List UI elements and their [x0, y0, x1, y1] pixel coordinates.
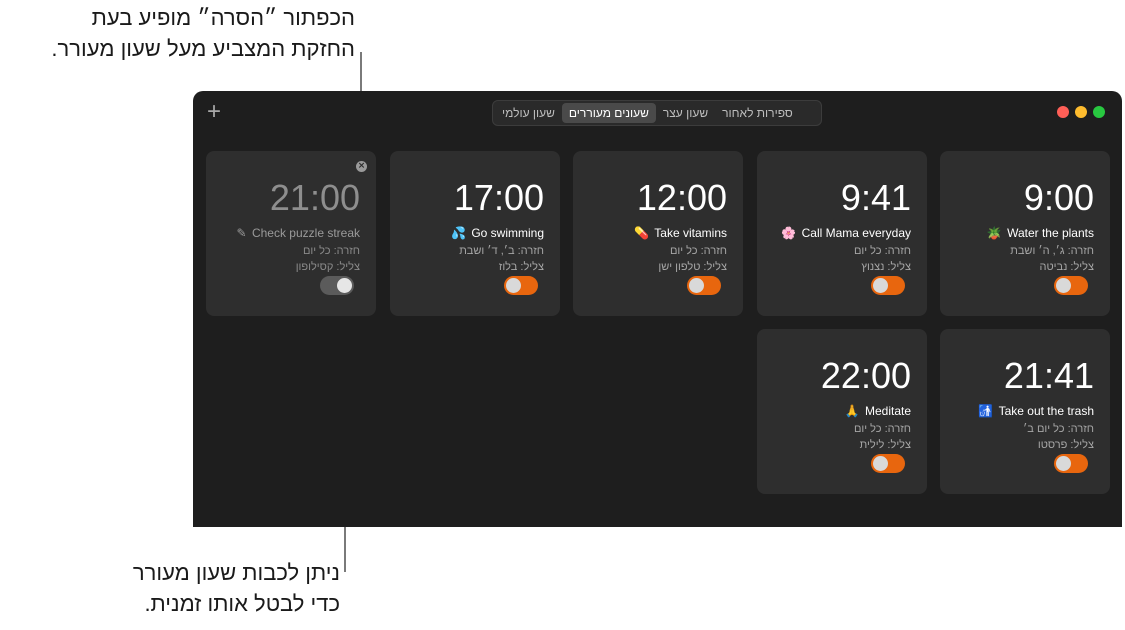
alarm-toggle[interactable] [871, 276, 905, 295]
plant-icon: 🪴 [986, 226, 1002, 240]
alarm-label: Go swimming [471, 226, 544, 240]
alarm-card[interactable]: 9:41 Call Mama everyday 🌸 חזרה: כל יום צ… [757, 151, 927, 316]
callout-remove-line1: הכפתור ״הסרה״ מופיע בעת [91, 5, 355, 30]
pill-icon: 💊 [634, 226, 649, 240]
alarm-card[interactable]: 9:00 Water the plants 🪴 חזרה: ג׳, ה׳ ושב… [940, 151, 1110, 316]
alarm-repeat: חזרה: כל יום [669, 245, 727, 257]
alarm-time: 17:00 [453, 177, 544, 218]
callout-toggle-line2: כדי לבטל אותו זמנית. [144, 591, 340, 616]
tab-bar: שעון עולמי שעונים מעוררים שעון עצר ספירו… [492, 100, 822, 126]
alarm-toggle[interactable] [687, 276, 721, 295]
alarm-card[interactable]: 22:00 Meditate 🙏 חזרה: כל יום צליל: לילי… [757, 329, 927, 494]
alarm-time: 21:00 [269, 177, 360, 218]
alarm-sound: צליל: קסילופון [295, 261, 360, 273]
toggle-knob [873, 278, 888, 293]
alarm-repeat: חזרה: כל יום [853, 423, 911, 435]
alarm-card[interactable]: 12:00 Take vitamins 💊 חזרה: כל יום צליל:… [573, 151, 743, 316]
alarm-label: Take vitamins [654, 226, 727, 240]
alarm-repeat: חזרה: ג׳, ה׳ ושבת [1010, 245, 1094, 257]
toggle-knob [1056, 278, 1071, 293]
alarm-toggle[interactable] [504, 276, 538, 295]
alarm-card[interactable]: 17:00 Go swimming 💦 חזרה: ב׳, ד׳ ושבת צל… [390, 151, 560, 316]
toggle-knob [337, 278, 352, 293]
alarm-toggle[interactable] [320, 276, 354, 295]
alarm-repeat: חזרה: כל יום ב׳ [1023, 423, 1094, 435]
alarm-time: 9:00 [1023, 177, 1094, 218]
praying-hands-icon: 🙏 [844, 404, 860, 418]
toggle-knob [506, 278, 521, 293]
add-alarm-button[interactable]: + [207, 98, 221, 126]
alarm-sound: צליל: לילית [859, 439, 911, 451]
alarm-sound: צליל: טלפון ישן [658, 261, 727, 273]
alarm-toggle[interactable] [871, 454, 905, 473]
alarm-time: 22:00 [820, 355, 911, 396]
alarm-toggle[interactable] [1054, 454, 1088, 473]
alarm-sound: צליל: פרסטו [1037, 439, 1094, 451]
alarm-label: Take out the trash [998, 404, 1094, 418]
callout-remove-line2: החזקת המצביע מעל שעון מעורר. [51, 36, 355, 61]
alarm-sound: צליל: נצנוץ [861, 261, 911, 273]
alarm-sound: צליל: נביטה [1039, 261, 1095, 273]
toggle-knob [873, 456, 888, 471]
alarm-toggle[interactable] [1054, 276, 1088, 295]
tab-world-clock[interactable]: שעון עולמי [495, 103, 562, 123]
alarm-card[interactable]: 21:41 Take out the trash 🚮 חזרה: כל יום … [940, 329, 1110, 494]
alarm-repeat: חזרה: ב׳, ד׳ ושבת [459, 245, 544, 257]
toggle-knob [689, 278, 704, 293]
trash-icon: 🚮 [978, 404, 994, 418]
close-window-button[interactable] [1057, 106, 1069, 118]
callout-toggle-alarm: ניתן לכבות שעון מעורר כדי לבטל אותו זמני… [133, 557, 340, 619]
alarm-label: Check puzzle streak [251, 226, 360, 240]
alarm-card-disabled[interactable]: × 21:00 Check puzzle streak ✎ חזרה: כל י… [206, 151, 376, 316]
remove-alarm-button[interactable]: × [356, 161, 367, 172]
toggle-knob [1056, 456, 1071, 471]
alarm-repeat: חזרה: כל יום [302, 245, 360, 257]
alarm-time: 21:41 [1003, 355, 1094, 396]
tab-stopwatch[interactable]: שעון עצר [656, 103, 715, 123]
alarm-time: 9:41 [840, 177, 911, 218]
alarm-sound: צליל: בלוז [498, 261, 544, 273]
tab-timers[interactable]: ספירות לאחור [715, 103, 800, 123]
alarm-time: 12:00 [636, 177, 727, 218]
callout-toggle-line1: ניתן לכבות שעון מעורר [132, 560, 340, 585]
clock-app-window: + שעון עולמי שעונים מעוררים שעון עצר ספי… [193, 91, 1122, 527]
minimize-window-button[interactable] [1075, 106, 1087, 118]
callout-remove-button: הכפתור ״הסרה״ מופיע בעת החזקת המצביע מעל… [51, 2, 355, 64]
zoom-window-button[interactable] [1093, 106, 1105, 118]
window-controls [1057, 106, 1105, 118]
alarm-label: Water the plants [1007, 226, 1094, 240]
alarm-repeat: חזרה: כל יום [853, 245, 911, 257]
tab-alarms[interactable]: שעונים מעוררים [561, 103, 656, 123]
pencil-icon: ✎ [236, 226, 247, 240]
water-drops-icon: 💦 [451, 226, 466, 240]
alarm-label: Meditate [864, 404, 911, 418]
flower-icon: 🌸 [781, 226, 797, 240]
alarm-label: Call Mama everyday [801, 226, 911, 240]
